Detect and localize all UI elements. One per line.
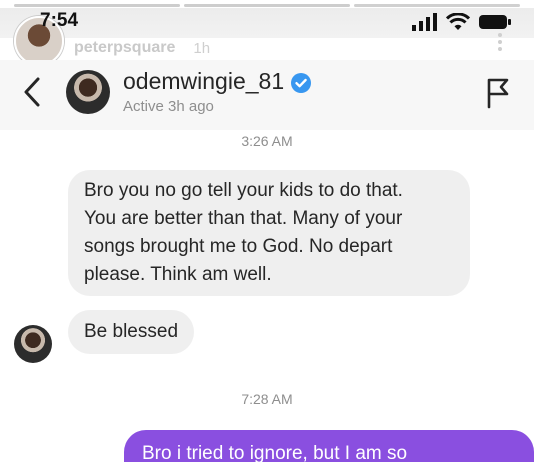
message-line: please. Think am well.: [84, 264, 272, 285]
message-bubble-incoming[interactable]: Be blessed: [68, 310, 195, 354]
story-progress: [14, 4, 520, 7]
more-icon[interactable]: [498, 30, 502, 54]
message-bubble-incoming[interactable]: Bro you no go tell your kids to do that.…: [68, 170, 470, 296]
status-icons: [412, 13, 512, 31]
message-text: Be blessed: [84, 321, 179, 342]
back-icon[interactable]: [18, 74, 48, 110]
story-username[interactable]: peterpsquare: [74, 39, 175, 57]
clock: 7:54: [40, 10, 79, 31]
active-status: Active 3h ago: [123, 98, 214, 115]
chat-title[interactable]: odemwingie_81: [123, 68, 312, 95]
message-line: Bro you no go tell your kids to do that.: [84, 180, 403, 201]
chat-header: odemwingie_81 Active 3h ago: [0, 60, 534, 130]
message-line: songs brought me to God. No depart: [84, 236, 393, 257]
message-text: Bro i tried to ignore, but I am so: [142, 443, 408, 462]
avatar[interactable]: [66, 70, 110, 114]
wifi-icon: [446, 13, 470, 30]
sender-avatar[interactable]: [14, 325, 52, 363]
story-progress-segment: [184, 4, 350, 7]
flag-icon[interactable]: [484, 74, 512, 110]
verified-icon: [291, 72, 312, 93]
story-progress-segment: [14, 4, 180, 7]
message-bubble-outgoing[interactable]: Bro i tried to ignore, but I am so: [124, 430, 534, 462]
message-timestamp: 7:28 AM: [241, 391, 293, 407]
chat-username[interactable]: odemwingie_81: [123, 68, 284, 94]
signal-icon: [412, 13, 437, 31]
message-timestamp: 3:26 AM: [241, 133, 293, 149]
story-age: 1h: [193, 39, 211, 57]
battery-icon: [479, 15, 511, 29]
message-line: You are better than that. Many of your: [84, 208, 403, 229]
story-progress-segment: [354, 4, 520, 7]
